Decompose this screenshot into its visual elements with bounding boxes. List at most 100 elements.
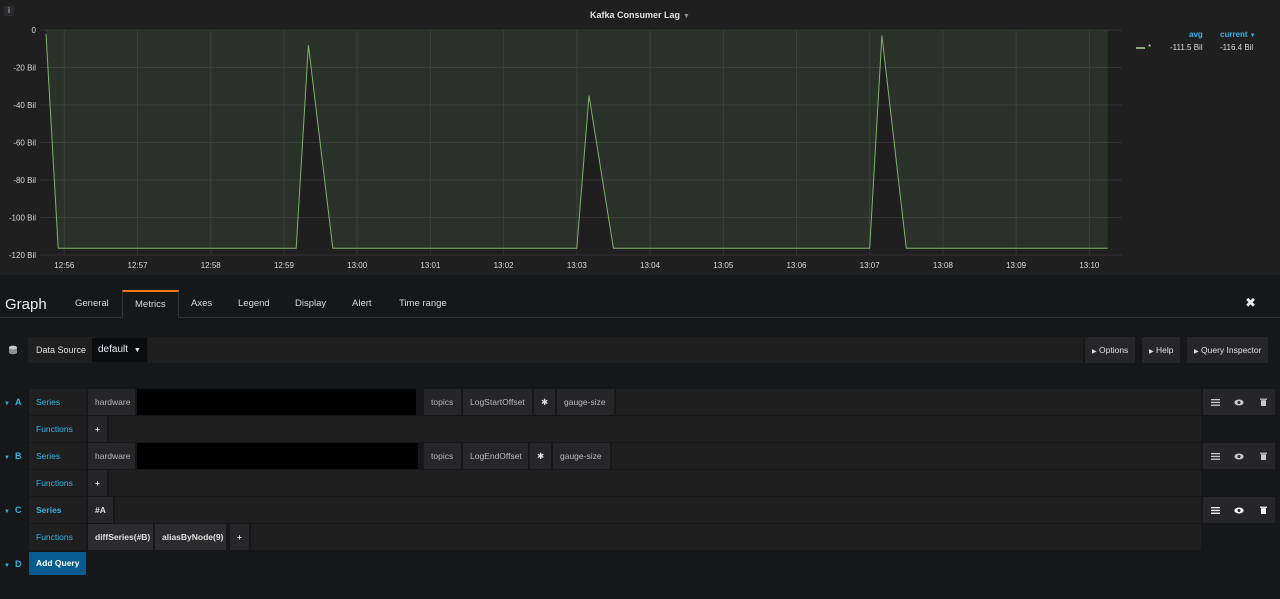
datasource-bar: Data Source default ▼ ▶ Options ▶ Help ▶… — [0, 337, 1280, 363]
caret-down-icon: ▼ — [4, 509, 10, 515]
query-c-series-row: ▼ C Series #A — [0, 497, 1280, 523]
options-button[interactable]: ▶ Options — [1085, 337, 1136, 363]
datasource-select[interactable]: default ▼ — [92, 338, 147, 362]
tab-axes[interactable]: Axes — [179, 290, 224, 318]
segment-topics[interactable]: topics — [424, 443, 462, 469]
segment-hardware[interactable]: hardware — [88, 443, 136, 469]
trash-icon-glyph — [1259, 452, 1267, 460]
datasource-value: default — [98, 344, 129, 355]
help-button[interactable]: ▶ Help — [1142, 337, 1181, 363]
sort-down-icon: ▼ — [1249, 33, 1256, 39]
caret-right-icon: ▶ — [1092, 349, 1097, 355]
eye-icon[interactable] — [1227, 389, 1251, 415]
datasource-spacer — [148, 337, 1083, 363]
segment-topics[interactable]: topics — [424, 389, 462, 415]
x-tick-label: 13:02 — [494, 261, 515, 270]
y-tick-label: -60 Bil — [13, 139, 36, 148]
legend-header-avg[interactable]: avg — [1189, 30, 1203, 39]
add-function-button[interactable]: + — [230, 524, 250, 550]
eye-icon-glyph — [1234, 399, 1244, 405]
row-spacer — [115, 497, 1201, 523]
chart[interactable]: 0 -20 Bil -40 Bil -60 Bil -80 Bil -100 Bil -12… — [0, 0, 1280, 275]
caret-down-icon: ▼ — [4, 455, 10, 461]
row-spacer — [109, 470, 1201, 496]
tab-metrics[interactable]: Metrics — [122, 290, 179, 318]
y-tick-label: -40 Bil — [13, 101, 36, 110]
segment-redacted[interactable] — [137, 389, 417, 415]
help-button-label: Help — [1156, 345, 1174, 355]
x-tick-label: 13:10 — [1079, 261, 1100, 270]
editor-header: Graph General Metrics Axes Legend Displa… — [0, 290, 1280, 318]
segment-gauge-size[interactable]: gauge-size — [557, 389, 615, 415]
query-c-letter: C — [14, 505, 22, 515]
query-b-series-row: ▼ B Series hardware topics LogEndOffset ✱… — [0, 443, 1280, 469]
x-tick-label: 12:59 — [274, 261, 295, 270]
series-label: Series — [29, 389, 87, 415]
hamburger-icon — [1210, 398, 1220, 406]
trash-icon[interactable] — [1251, 389, 1275, 415]
menu-icon[interactable] — [1203, 497, 1227, 523]
y-tick-label: -80 Bil — [13, 176, 36, 185]
legend-header-current-text: current — [1220, 30, 1248, 39]
tab-legend[interactable]: Legend — [226, 290, 282, 318]
add-query-button[interactable]: Add Query — [29, 552, 87, 575]
query-a-series-row: ▼ A Series hardware topics LogStartOffset… — [0, 389, 1280, 415]
query-a-functions-row: Functions + — [0, 416, 1280, 442]
trash-icon-glyph — [1259, 506, 1267, 514]
close-icon[interactable]: ✖ — [1245, 295, 1256, 311]
functions-label: Functions — [29, 416, 87, 442]
eye-icon-glyph — [1234, 453, 1244, 459]
add-function-button[interactable]: + — [88, 416, 108, 442]
legend-series-name[interactable]: * — [1148, 43, 1151, 52]
legend-header-current[interactable]: current ▼ — [1220, 30, 1256, 39]
x-tick-label: 13:08 — [933, 261, 954, 270]
tab-display[interactable]: Display — [283, 290, 338, 318]
function-alias-by-node[interactable]: aliasByNode(9) — [155, 524, 227, 550]
hamburger-icon — [1210, 452, 1220, 460]
tab-alert[interactable]: Alert — [340, 290, 384, 318]
tab-general[interactable]: General — [63, 290, 121, 318]
segment-wildcard[interactable]: ✱ — [534, 389, 556, 415]
functions-label: Functions — [29, 524, 87, 550]
query-c-toggle[interactable]: ▼ C — [0, 497, 28, 523]
query-a-letter: A — [14, 397, 22, 407]
eye-icon[interactable] — [1227, 497, 1251, 523]
eye-icon[interactable] — [1227, 443, 1251, 469]
x-tick-label: 12:57 — [128, 261, 149, 270]
legend-series-swatch[interactable] — [1136, 47, 1145, 49]
row-spacer — [616, 389, 1201, 415]
trash-icon[interactable] — [1251, 443, 1275, 469]
query-d-letter: D — [14, 559, 22, 569]
x-tick-label: 13:07 — [860, 261, 881, 270]
menu-icon[interactable] — [1203, 389, 1227, 415]
segment-log-start-offset[interactable]: LogStartOffset — [463, 389, 533, 415]
caret-right-icon: ▶ — [1194, 349, 1199, 355]
query-inspector-button[interactable]: ▶ Query Inspector — [1187, 337, 1269, 363]
segment-redacted[interactable] — [137, 443, 419, 469]
tab-time-range[interactable]: Time range — [387, 290, 459, 318]
x-tick-label: 13:04 — [640, 261, 661, 270]
segment-wildcard[interactable]: ✱ — [530, 443, 552, 469]
query-b-letter: B — [14, 451, 22, 461]
trash-icon[interactable] — [1251, 497, 1275, 523]
caret-right-icon: ▶ — [1149, 349, 1154, 355]
row-spacer — [251, 524, 1201, 550]
add-function-button[interactable]: + — [88, 470, 108, 496]
query-c-functions-row: Functions diffSeries(#B) aliasByNode(9) … — [0, 524, 1280, 550]
x-tick-label: 13:00 — [347, 261, 368, 270]
x-tick-label: 13:05 — [713, 261, 734, 270]
trash-icon-glyph — [1259, 398, 1267, 406]
function-diff-series[interactable]: diffSeries(#B) — [88, 524, 154, 550]
database-icon — [9, 345, 17, 355]
query-b-toggle[interactable]: ▼ B — [0, 443, 28, 469]
graph-panel: i Kafka Consumer Lag ▼ 0 -20 Bil -40 Bil -60… — [0, 0, 1280, 275]
query-d-toggle[interactable]: ▼ D — [0, 551, 28, 577]
legend-current-value: -116.4 Bil — [1220, 43, 1254, 52]
x-tick-label: 13:01 — [420, 261, 441, 270]
query-a-toggle[interactable]: ▼ A — [0, 389, 28, 415]
segment-hardware[interactable]: hardware — [88, 389, 136, 415]
segment-log-end-offset[interactable]: LogEndOffset — [463, 443, 529, 469]
menu-icon[interactable] — [1203, 443, 1227, 469]
segment-ref-a[interactable]: #A — [88, 497, 114, 523]
segment-gauge-size[interactable]: gauge-size — [553, 443, 611, 469]
